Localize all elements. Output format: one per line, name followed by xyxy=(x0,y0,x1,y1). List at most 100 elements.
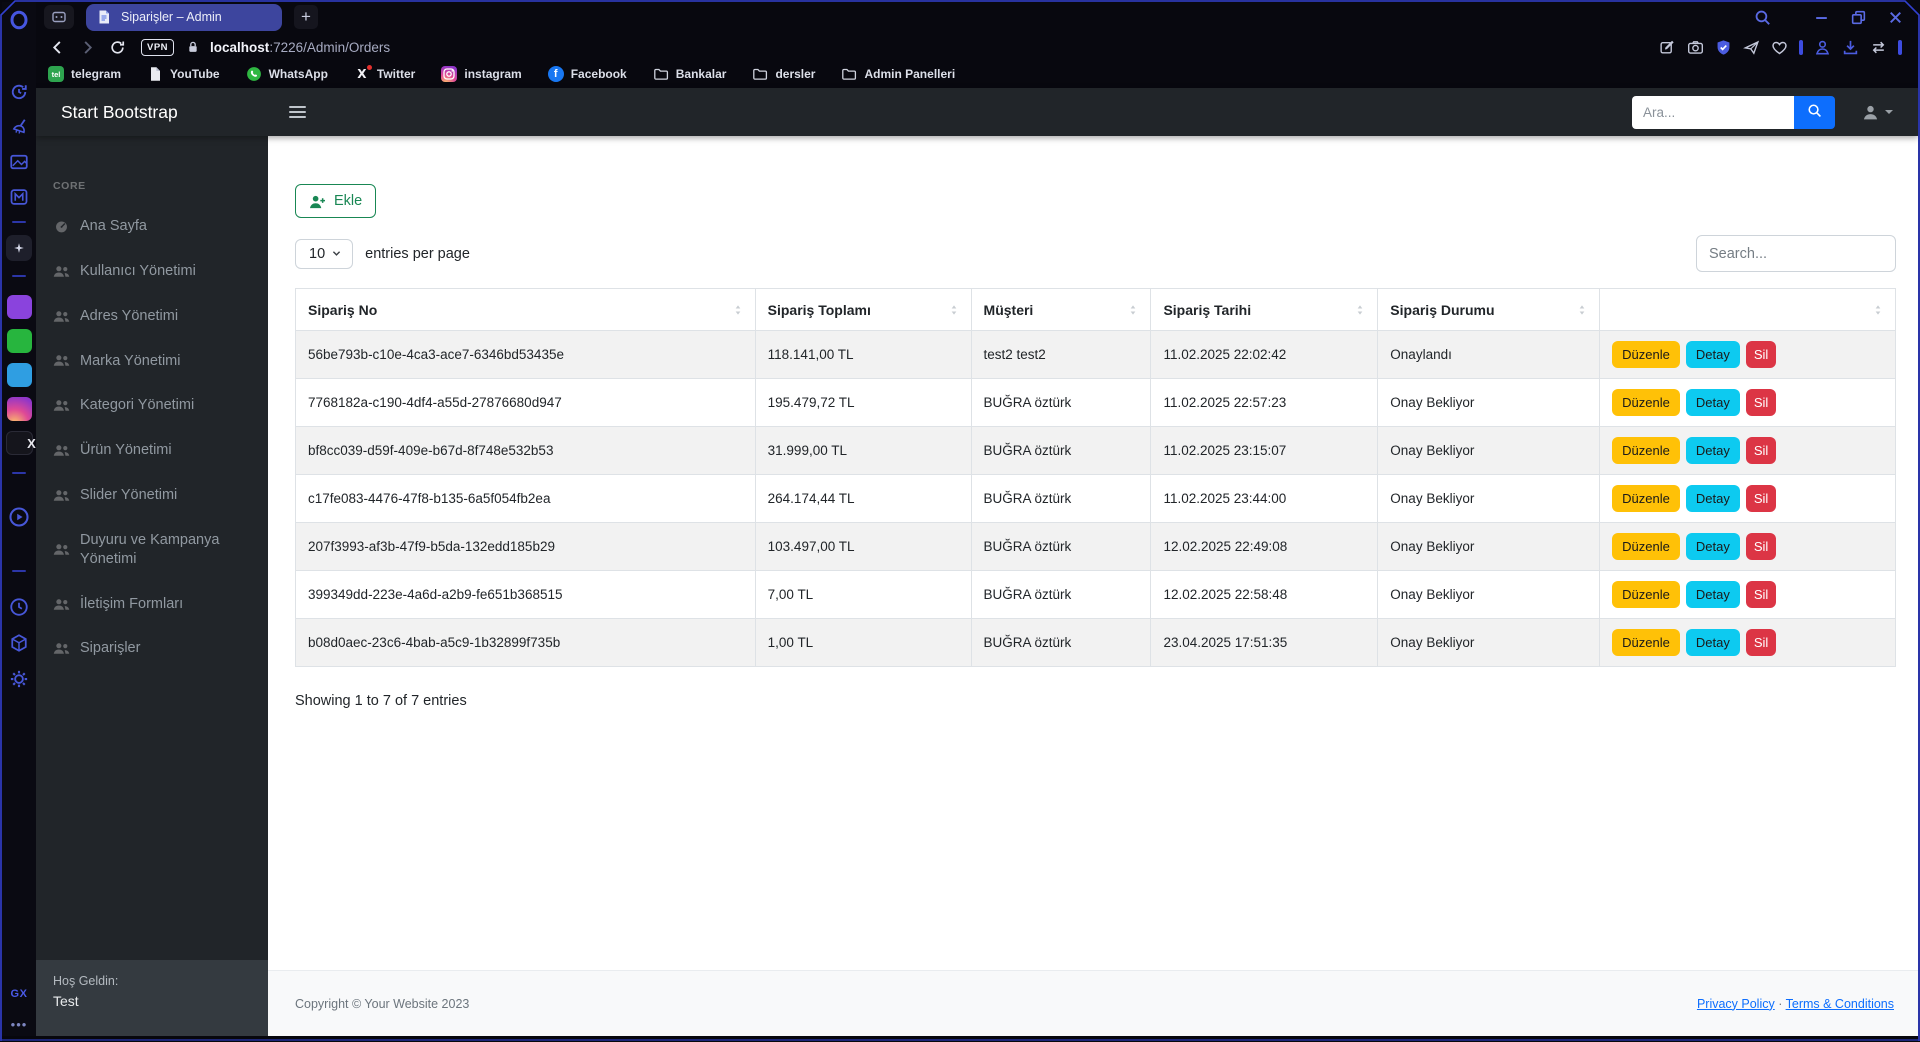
send-to-flow-icon[interactable] xyxy=(1743,39,1760,56)
sidebar-item-9[interactable]: Siparişler xyxy=(36,626,268,671)
sidebar-item-7[interactable]: Duyuru ve Kampanya Yönetimi xyxy=(36,518,268,582)
url-field[interactable]: localhost:7226/Admin/Orders xyxy=(210,40,390,55)
tab-search-button[interactable] xyxy=(1754,9,1771,26)
twitch-icon[interactable] xyxy=(6,295,32,319)
sidebar-item-0[interactable]: Ana Sayfa xyxy=(36,204,268,249)
bookmark-item[interactable]: f Facebook xyxy=(547,66,627,82)
sort-icon[interactable] xyxy=(1355,303,1365,317)
history-icon[interactable] xyxy=(9,597,29,617)
bookmark-item[interactable]: dersler xyxy=(752,66,815,82)
page-size-select[interactable]: 10 xyxy=(295,238,354,269)
new-tab-button[interactable]: + xyxy=(294,5,318,29)
whatsapp-icon[interactable] xyxy=(6,329,32,353)
detail-button[interactable]: Detay xyxy=(1685,581,1740,608)
terms-link[interactable]: Terms & Conditions xyxy=(1786,997,1894,1011)
delete-button[interactable]: Sil xyxy=(1745,533,1777,560)
maximize-button[interactable] xyxy=(1850,9,1867,26)
opera-menu-button[interactable] xyxy=(9,10,29,30)
detail-button[interactable]: Detay xyxy=(1685,533,1740,560)
mods-icon[interactable] xyxy=(9,187,29,207)
sidebar-item-5[interactable]: Ürün Yönetimi xyxy=(36,428,268,473)
vpn-shield-icon[interactable] xyxy=(1715,39,1732,56)
detail-button[interactable]: Detay xyxy=(1685,341,1740,368)
column-header[interactable]: Sipariş Toplamı xyxy=(754,288,972,331)
detail-button[interactable]: Detay xyxy=(1685,629,1740,656)
minimize-button[interactable] xyxy=(1813,9,1830,26)
topnav-search-button[interactable] xyxy=(1794,95,1835,129)
sidebar-item-3[interactable]: Marka Yönetimi xyxy=(36,339,268,384)
reading-list-icon[interactable] xyxy=(1870,39,1887,56)
delete-button[interactable]: Sil xyxy=(1745,341,1777,368)
back-button[interactable] xyxy=(49,39,66,56)
edit-bookmark-icon[interactable] xyxy=(1659,39,1676,56)
bookmark-item[interactable]: WhatsApp xyxy=(246,66,328,82)
sidebar-item-8[interactable]: İletişim Formları xyxy=(36,582,268,627)
bookmark-item[interactable]: instagram xyxy=(441,66,522,82)
edit-button[interactable]: Düzenle xyxy=(1612,485,1680,512)
instagram-icon[interactable] xyxy=(6,397,32,421)
column-header[interactable]: Sipariş Tarihi xyxy=(1150,288,1379,331)
sort-icon[interactable] xyxy=(1873,303,1883,317)
edit-button[interactable]: Düzenle xyxy=(1612,629,1680,656)
reload-button[interactable] xyxy=(109,39,126,56)
topnav-search-input[interactable] xyxy=(1632,95,1794,129)
user-menu-dropdown[interactable] xyxy=(1862,104,1893,121)
table-search-input[interactable] xyxy=(1696,235,1896,272)
gx-games-icon[interactable] xyxy=(9,633,29,653)
sort-icon[interactable] xyxy=(949,303,959,317)
vpn-badge[interactable]: VPN xyxy=(141,38,175,56)
bookmark-item[interactable]: YouTube xyxy=(147,66,220,82)
close-button[interactable] xyxy=(1887,9,1904,26)
workspace-icon[interactable] xyxy=(44,5,74,29)
delete-button[interactable]: Sil xyxy=(1745,581,1777,608)
gx-profile-label[interactable]: GX xyxy=(11,988,28,1000)
sidebar-item-2[interactable]: Adres Yönetimi xyxy=(36,294,268,339)
sort-icon[interactable] xyxy=(1128,303,1138,317)
snapshot-camera-icon[interactable] xyxy=(1687,39,1704,56)
edit-button[interactable]: Düzenle xyxy=(1612,533,1680,560)
sort-icon[interactable] xyxy=(733,303,743,317)
column-header[interactable]: Sipariş No xyxy=(295,288,756,331)
lock-icon[interactable] xyxy=(186,40,200,54)
column-header[interactable]: Müşteri xyxy=(970,288,1152,331)
detail-button[interactable]: Detay xyxy=(1685,437,1740,464)
x-icon[interactable]: X xyxy=(5,431,36,455)
table-row: b08d0aec-23c6-4bab-a5c9-1b32899f735b 1,0… xyxy=(295,618,1896,667)
wallpapers-icon[interactable] xyxy=(9,152,29,172)
detail-button[interactable]: Detay xyxy=(1685,485,1740,512)
sidebar-item-6[interactable]: Slider Yönetimi xyxy=(36,473,268,518)
gx-corner-icon[interactable] xyxy=(6,235,32,261)
column-header[interactable]: Sipariş Durumu xyxy=(1377,288,1601,331)
sidebar-item-1[interactable]: Kullanıcı Yönetimi xyxy=(36,249,268,294)
browser-tab-active[interactable]: Siparişler – Admin xyxy=(86,3,282,31)
download-icon[interactable] xyxy=(1842,39,1859,56)
forward-button[interactable] xyxy=(79,39,96,56)
delete-button[interactable]: Sil xyxy=(1745,629,1777,656)
privacy-policy-link[interactable]: Privacy Policy xyxy=(1697,997,1775,1011)
bookmark-item[interactable]: tel telegram xyxy=(48,66,121,82)
sort-icon[interactable] xyxy=(1577,303,1587,317)
detail-button[interactable]: Detay xyxy=(1685,389,1740,416)
settings-icon[interactable] xyxy=(9,669,29,689)
telegram-icon[interactable] xyxy=(6,363,32,387)
sidebar-item-4[interactable]: Kategori Yönetimi xyxy=(36,383,268,428)
player-icon[interactable] xyxy=(8,506,30,528)
delete-button[interactable]: Sil xyxy=(1745,485,1777,512)
bookmark-item[interactable]: 𝗫 Twitter xyxy=(354,65,415,82)
brand-link[interactable]: Start Bootstrap xyxy=(36,102,268,123)
sidebar-toggle-button[interactable] xyxy=(289,97,319,127)
favorite-heart-icon[interactable] xyxy=(1771,39,1788,56)
bookmark-item[interactable]: Bankalar xyxy=(653,66,726,82)
delete-button[interactable]: Sil xyxy=(1745,389,1777,416)
edit-button[interactable]: Düzenle xyxy=(1612,437,1680,464)
tab-snoozer-icon[interactable] xyxy=(9,82,29,102)
edit-button[interactable]: Düzenle xyxy=(1612,389,1680,416)
sidebar-setup-icon[interactable]: ••• xyxy=(11,1018,28,1031)
edit-button[interactable]: Düzenle xyxy=(1612,581,1680,608)
cleaner-icon[interactable] xyxy=(9,117,29,137)
add-button[interactable]: Ekle xyxy=(295,184,377,218)
edit-button[interactable]: Düzenle xyxy=(1612,341,1680,368)
profile-icon[interactable] xyxy=(1814,39,1831,56)
bookmark-item[interactable]: Admin Panelleri xyxy=(841,66,955,82)
delete-button[interactable]: Sil xyxy=(1745,437,1777,464)
